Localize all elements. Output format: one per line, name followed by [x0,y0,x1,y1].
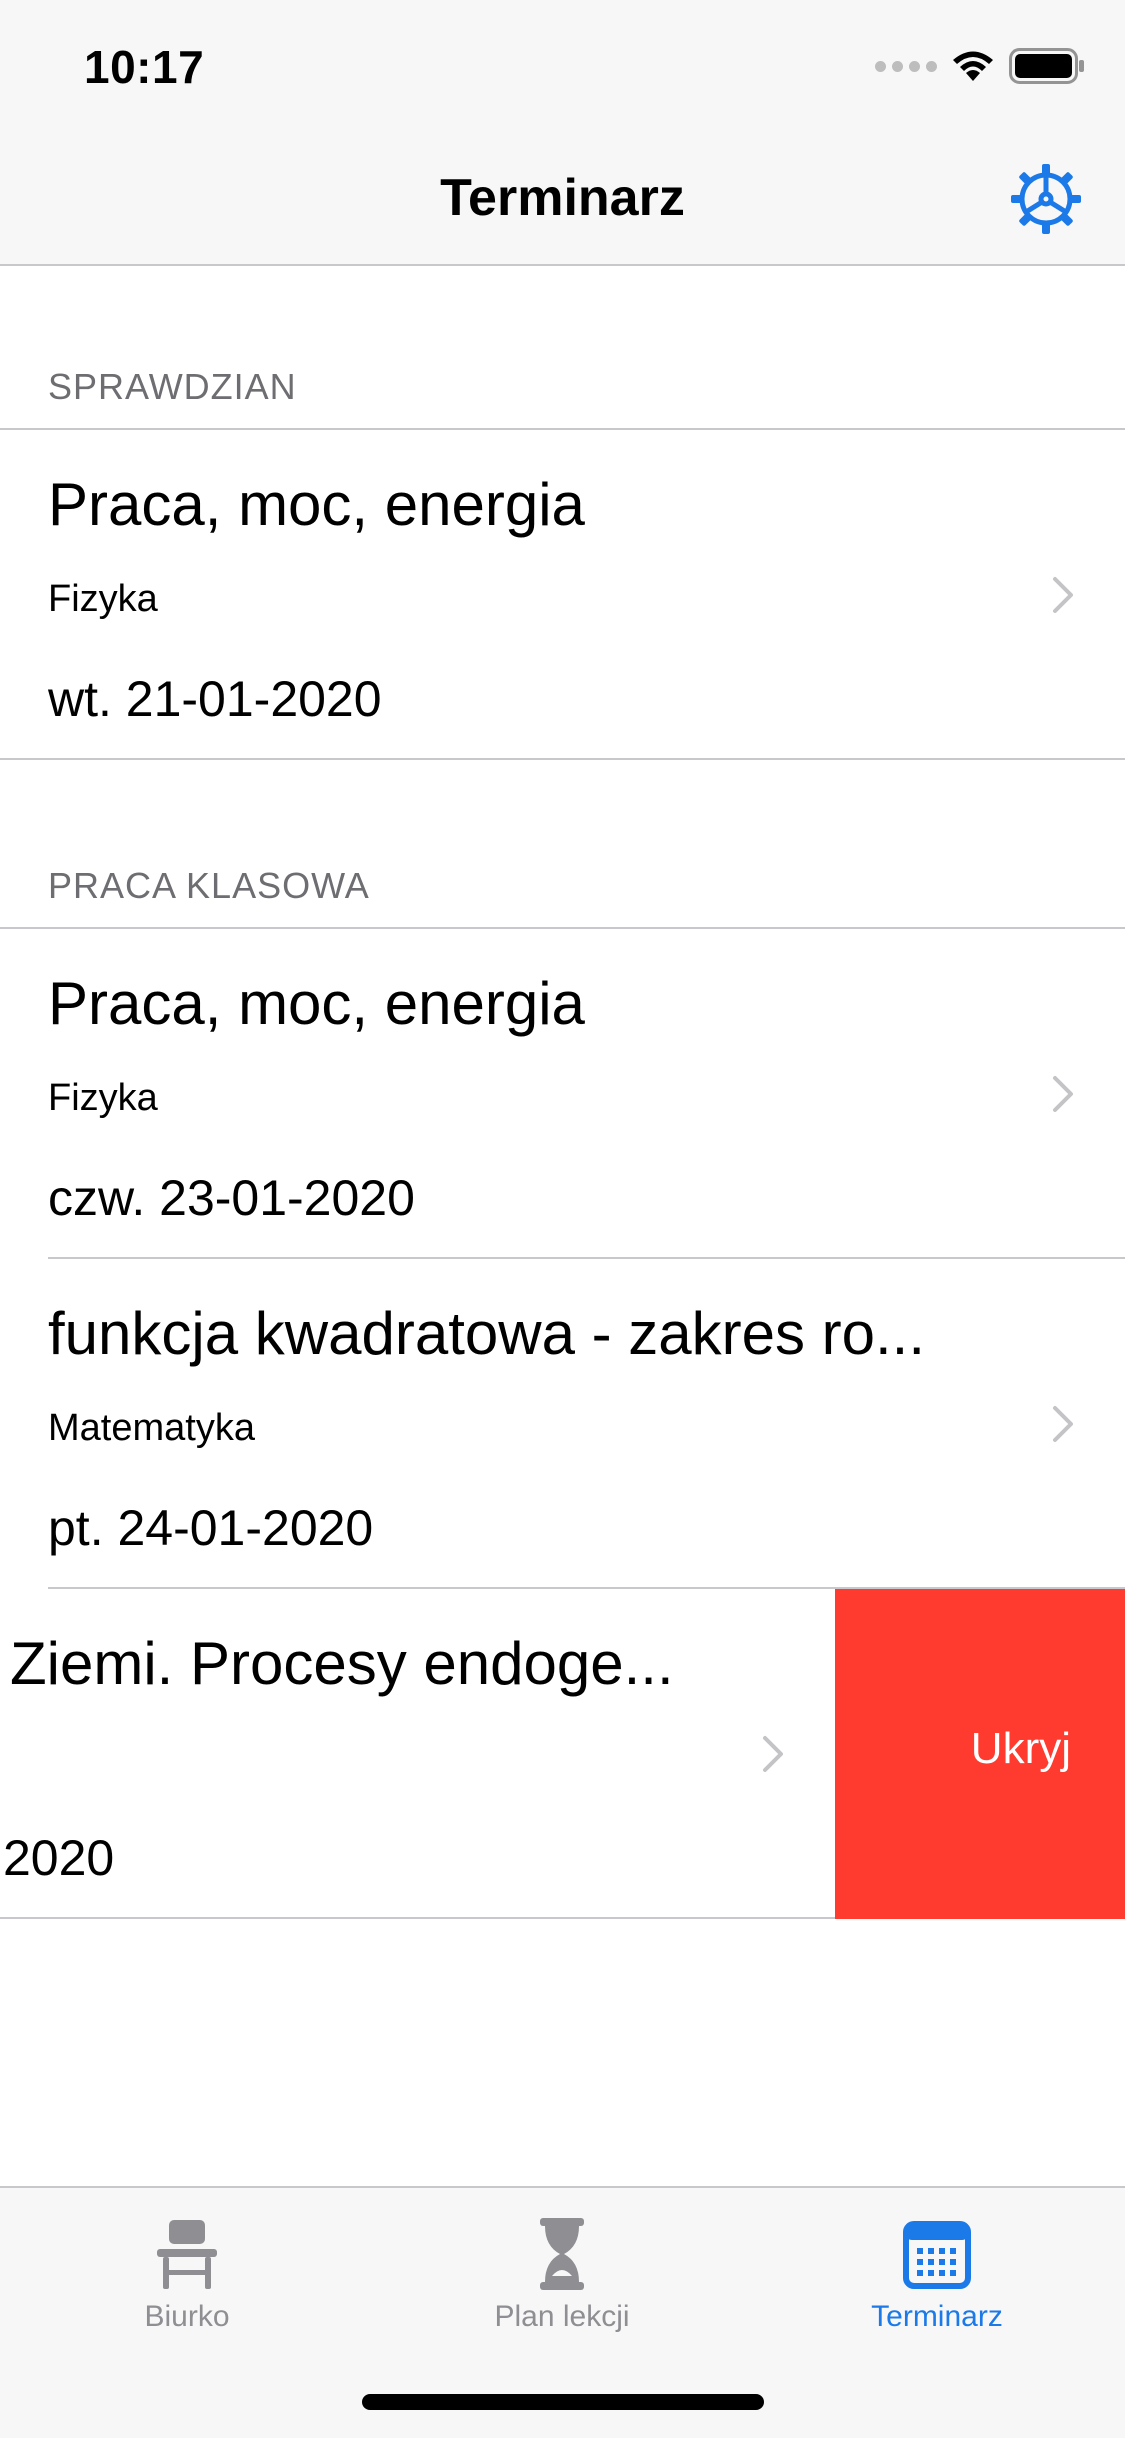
settings-button[interactable] [1009,162,1083,236]
item-title: Ziemi. Procesy endoge... [10,1630,674,1697]
status-icons [875,48,1085,84]
tab-label: Biurko [144,2300,230,2333]
cellular-signal-icon [875,60,937,72]
chevron-right-icon [1053,1076,1073,1112]
page-title: Terminarz [440,169,685,227]
section-header: PRACA KLASOWA [48,865,370,906]
tab-label: Plan lekcji [494,2300,630,2333]
item-subject: Fizyka [48,1077,158,1119]
hide-button-label: Ukryj [970,1724,1071,1773]
item-title: funkcja kwadratowa - zakres ro... [48,1300,926,1367]
calendar-icon [903,2221,971,2289]
list-item[interactable]: Praca, moc, energia Fizyka czw. 23-01-20… [0,929,1125,1259]
list-item[interactable]: Praca, moc, energia Fizyka wt. 21-01-202… [0,430,1125,760]
item-title: Praca, moc, energia [48,970,585,1037]
item-date: wt. 21-01-2020 [48,671,382,727]
chevron-right-icon [1053,1406,1073,1442]
item-subject: Fizyka [48,578,158,620]
item-date: pt. 24-01-2020 [48,1500,374,1556]
battery-icon [1009,48,1084,84]
divider [0,758,1125,760]
status-time: 10:17 [84,41,205,93]
section-header: SPRAWDZIAN [48,366,297,407]
tab-plan-lekcji[interactable]: Plan lekcji [412,2216,712,2334]
tab-biurko[interactable]: Biurko [37,2216,337,2334]
hourglass-icon [540,2218,584,2290]
divider [0,1917,835,1919]
chevron-right-icon [1053,577,1073,613]
gear-icon [1011,164,1081,234]
home-indicator[interactable] [362,2394,764,2410]
wifi-icon [953,51,993,81]
tab-label: Terminarz [871,2300,1003,2333]
navigation-bar: Terminarz [0,132,1125,266]
item-date: czw. 23-01-2020 [48,1170,415,1226]
tab-terminarz[interactable]: Terminarz [787,2216,1087,2334]
item-subject: Matematyka [48,1407,255,1449]
desk-icon [157,2220,217,2289]
item-date: 2020 [3,1830,115,1886]
list-item[interactable]: funkcja kwadratowa - zakres ro... Matema… [0,1259,1125,1589]
chevron-right-icon [763,1736,783,1772]
item-title: Praca, moc, energia [48,471,585,538]
status-bar: 10:17 [0,0,1125,132]
hide-button[interactable]: Ukryj [835,1589,1125,1919]
list-item-swiped[interactable]: Ziemi. Procesy endoge... 2020 Ukryj [0,1589,1125,1919]
